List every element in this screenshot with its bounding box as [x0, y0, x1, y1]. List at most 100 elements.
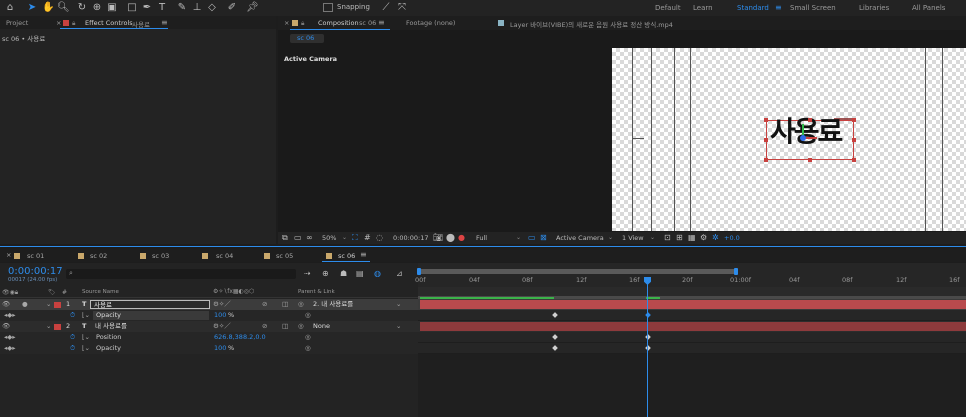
keyframe-nav-prev-icon[interactable]: ◂◆▸: [4, 312, 16, 319]
anchor-point[interactable]: [800, 135, 806, 141]
visibility-eye-icon[interactable]: 👁︎: [2, 323, 10, 330]
parent-dropdown[interactable]: None: [313, 323, 330, 330]
eraser-tool-icon[interactable]: ◇: [206, 2, 218, 14]
tab-layer[interactable]: Layer 바이브(VIBE)의 새로운 음원 사용료 정산 방식.mp4: [510, 19, 673, 29]
stopwatch-icon[interactable]: ⏱︎: [70, 334, 75, 341]
layer-switches-icon[interactable]: ⚙✧／: [213, 301, 231, 308]
mask-icon[interactable]: ◌: [376, 233, 383, 242]
tab-composition-name[interactable]: sc 06: [359, 19, 376, 27]
comp-navigator-chip[interactable]: sc 06: [290, 34, 324, 43]
expression-pickwhip-icon[interactable]: ◎: [305, 312, 311, 319]
pen-tool-icon[interactable]: ✒: [141, 2, 153, 14]
transform-handle[interactable]: [764, 118, 768, 122]
snap-option-icon[interactable]: ⟋: [380, 2, 392, 14]
exposure-value[interactable]: +0.0: [724, 235, 740, 242]
monitor-icon[interactable]: ▭: [294, 233, 302, 242]
pan-behind-icon[interactable]: ▣: [106, 2, 118, 14]
panel-menu-icon[interactable]: ≡: [360, 251, 367, 259]
vr-icon[interactable]: ∞: [306, 233, 313, 242]
property-row[interactable]: ◂◆▸ ⏱︎ ⌊⌄ Position 626.8,388.2,0.0 ◎: [0, 332, 418, 343]
solo-icon[interactable]: ●: [22, 301, 28, 308]
motion-blur-switch-icon[interactable]: ⊘: [262, 301, 267, 308]
hand-tool-icon[interactable]: ✋: [42, 2, 54, 14]
pickwhip-icon[interactable]: ◎: [298, 301, 304, 308]
exposure-icon[interactable]: ✲: [712, 233, 719, 242]
transparency-grid-icon[interactable]: ⊠: [540, 233, 547, 242]
time-navigator[interactable]: [418, 269, 736, 274]
roto-brush-icon[interactable]: ✐: [226, 2, 238, 14]
viewer-timecode[interactable]: 0:00:00:17: [393, 235, 429, 242]
source-name-header[interactable]: Source Name: [82, 289, 119, 296]
timeline-tab-sc01[interactable]: sc 01: [27, 253, 44, 260]
orbit-camera-icon[interactable]: ⊕: [91, 2, 103, 14]
fit-icon[interactable]: ⛶: [352, 233, 358, 243]
keyframe-nav-icon[interactable]: ◂◆▸: [4, 345, 16, 352]
transform-handle[interactable]: [852, 118, 856, 122]
layer-duration-bar[interactable]: [420, 322, 966, 331]
zoom-dropdown[interactable]: 50%: [322, 235, 336, 242]
keyframe-nav-icon[interactable]: ◂◆▸: [4, 334, 16, 341]
stopwatch-icon[interactable]: ⏱︎: [70, 345, 75, 352]
timeline-icon[interactable]: ▦: [688, 233, 696, 242]
transform-handle[interactable]: [852, 138, 856, 142]
region-of-interest-icon[interactable]: ▭: [528, 233, 536, 242]
workspace-small-screen[interactable]: Small Screen: [790, 4, 836, 12]
chevron-down-icon[interactable]: ⌄: [46, 323, 51, 330]
property-row[interactable]: ◂◆▸ ⏱︎ ⌊⌄ Opacity 100 % ◎: [0, 343, 418, 354]
parent-dropdown[interactable]: 2. 내 사용료를: [313, 301, 353, 308]
adjustment-layer-icon[interactable]: ◫: [282, 323, 288, 330]
visibility-eye-icon[interactable]: 👁︎: [2, 301, 10, 308]
layer-label-color[interactable]: [54, 324, 61, 330]
chevron-down-icon[interactable]: ⌄: [46, 301, 51, 308]
property-value[interactable]: 626.8,388.2,0.0: [214, 334, 266, 341]
rectangle-tool-icon[interactable]: □: [126, 2, 138, 14]
graph-editor-icon[interactable]: ⊿: [396, 269, 403, 278]
property-row[interactable]: ◂◆▸ ⏱︎ ⌊⌄ Opacity 100 % ◎: [0, 310, 418, 321]
pickwhip-icon[interactable]: ◎: [298, 323, 304, 330]
frame-blending-icon[interactable]: ▤: [356, 269, 364, 278]
expression-pickwhip-icon[interactable]: ◎: [305, 334, 311, 341]
transform-handle[interactable]: [808, 158, 812, 162]
camera-dropdown[interactable]: Active Camera: [556, 235, 604, 242]
panel-menu-icon[interactable]: ≡: [161, 18, 168, 27]
timeline-tab-sc06[interactable]: sc 06: [338, 253, 355, 260]
resolution-dropdown[interactable]: Full: [476, 235, 487, 242]
parent-link-header[interactable]: Parent & Link: [298, 289, 335, 296]
transform-handle[interactable]: [764, 158, 768, 162]
timeline-tab-sc05[interactable]: sc 05: [276, 253, 293, 260]
selection-tool-icon[interactable]: ➤: [26, 2, 38, 14]
navigator-end-handle[interactable]: [734, 268, 738, 275]
layer-label-color[interactable]: [54, 302, 61, 308]
workspace-standard[interactable]: Standard: [737, 4, 769, 12]
timeline-track-area[interactable]: [417, 263, 966, 417]
composition-viewer[interactable]: 사용료: [612, 48, 966, 231]
always-preview-icon[interactable]: ⧉: [282, 233, 288, 243]
workspace-all-panels[interactable]: All Panels: [912, 4, 945, 12]
grid-icon[interactable]: #: [364, 233, 371, 242]
workspace-default[interactable]: Default: [655, 4, 681, 12]
tab-composition[interactable]: Composition: [318, 19, 359, 27]
zoom-tool-icon[interactable]: 🔍︎: [57, 2, 70, 14]
current-time-display[interactable]: 0:00:00:17: [8, 267, 63, 277]
playhead-line[interactable]: [647, 283, 648, 417]
timeline-tab-sc03[interactable]: sc 03: [152, 253, 169, 260]
adjustment-layer-icon[interactable]: ◫: [282, 301, 288, 308]
panel-menu-icon[interactable]: ≡: [378, 18, 385, 27]
layer-row[interactable]: 👁︎ ⌄ 2 T 내 사용료를 ⚙✧／ ⊘ ◫ ◎ None ⌄: [0, 321, 418, 332]
color-channel-icon[interactable]: ●: [458, 233, 465, 242]
camera-icon[interactable]: 📷︎: [433, 233, 443, 242]
timeline-tab-sc04[interactable]: sc 04: [216, 253, 233, 260]
snap-grid-icon[interactable]: ⤧: [396, 2, 408, 14]
stopwatch-icon[interactable]: ⏱︎: [70, 312, 75, 319]
layer-search-input[interactable]: ⌕: [66, 269, 296, 279]
rotate-tool-icon[interactable]: ↻: [76, 2, 88, 14]
layer-name-field[interactable]: 사용료: [90, 300, 210, 309]
puppet-pin-icon[interactable]: 📌︎: [246, 2, 259, 14]
type-tool-icon[interactable]: T: [156, 2, 168, 14]
text-layer-bounds[interactable]: 사용료: [764, 118, 856, 162]
timeline-tab-sc02[interactable]: sc 02: [90, 253, 107, 260]
tab-effect-controls[interactable]: Effect Controls: [85, 19, 133, 27]
fast-previews-icon[interactable]: ⊞: [676, 233, 683, 242]
flowchart-icon[interactable]: ⚙: [700, 233, 707, 242]
channel-icon[interactable]: ⬤: [446, 233, 455, 242]
